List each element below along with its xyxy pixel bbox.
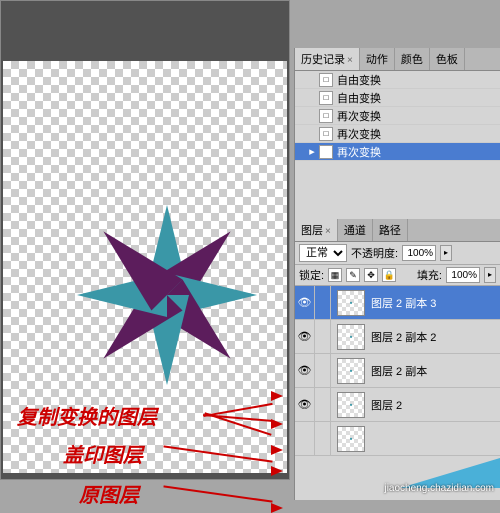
tab-swatches[interactable]: 色板 (430, 48, 465, 70)
fill-input[interactable] (446, 267, 480, 283)
chevron-right-icon[interactable]: ▸ (484, 267, 496, 283)
layer-list: 👁图层 2 副本 3 👁图层 2 副本 2 👁图层 2 副本 👁图层 2 (295, 286, 500, 456)
opacity-input[interactable] (402, 245, 436, 261)
lock-label: 锁定: (299, 267, 324, 283)
layer-options-row: 正常 不透明度: ▸ (295, 242, 500, 265)
layer-thumb[interactable] (337, 426, 365, 452)
layer-row[interactable]: 👁图层 2 (295, 388, 500, 422)
close-icon[interactable]: × (347, 55, 353, 66)
visibility-icon[interactable]: 👁 (295, 320, 315, 354)
close-icon[interactable]: × (325, 226, 331, 237)
transparency-checker: 复制变换的图层 盖印图层 原图层 (3, 61, 287, 473)
history-item[interactable]: □自由变换 (295, 89, 500, 107)
tab-color[interactable]: 颜色 (395, 48, 430, 70)
lock-all-icon[interactable]: 🔒 (382, 268, 396, 282)
arrow-icon (271, 445, 283, 455)
arrow-icon (271, 503, 283, 513)
fill-label: 填充: (417, 267, 442, 283)
transform-icon: □ (319, 109, 333, 123)
current-icon: ▸ (307, 145, 317, 158)
layer-row[interactable]: 👁图层 2 副本 2 (295, 320, 500, 354)
history-item[interactable]: □再次变换 (295, 125, 500, 143)
visibility-icon[interactable]: 👁 (295, 286, 315, 320)
tab-paths[interactable]: 路径 (373, 219, 408, 241)
layer-thumb[interactable] (337, 358, 365, 384)
arrow-icon (271, 466, 283, 476)
watermark-text: jiaocheng.chazidian.com (384, 483, 494, 494)
chevron-right-icon[interactable]: ▸ (440, 245, 452, 261)
tab-channels[interactable]: 通道 (338, 219, 373, 241)
layer-row[interactable]: 👁图层 2 副本 3 (295, 286, 500, 320)
history-item[interactable]: ▸□再次变换 (295, 143, 500, 161)
lock-brush-icon[interactable]: ✎ (346, 268, 360, 282)
layer-row[interactable]: 👁图层 2 副本 (295, 354, 500, 388)
history-list[interactable]: □自由变换 □自由变换 □再次变换 □再次变换 ▸□再次变换 (295, 71, 500, 179)
layers-tabs: 图层× 通道 路径 (295, 219, 500, 242)
history-tabs: 历史记录× 动作 颜色 色板 (295, 48, 500, 71)
history-item[interactable]: □再次变换 (295, 107, 500, 125)
history-item[interactable]: □自由变换 (295, 71, 500, 89)
tab-history[interactable]: 历史记录× (295, 48, 360, 70)
canvas-area: 复制变换的图层 盖印图层 原图层 (0, 0, 290, 480)
layer-thumb[interactable] (337, 392, 365, 418)
opacity-label: 不透明度: (351, 245, 398, 261)
transform-icon: □ (319, 145, 333, 159)
arrow-icon (271, 419, 283, 429)
transform-icon: □ (319, 91, 333, 105)
visibility-icon[interactable]: 👁 (295, 388, 315, 422)
layer-row[interactable] (295, 422, 500, 456)
lock-row: 锁定: ▦ ✎ ✥ 🔒 填充: ▸ (295, 265, 500, 286)
visibility-icon[interactable] (295, 422, 315, 456)
visibility-icon[interactable]: 👁 (295, 354, 315, 388)
transform-icon: □ (319, 73, 333, 87)
lock-move-icon[interactable]: ✥ (364, 268, 378, 282)
annotation-original-layer: 原图层 (79, 479, 139, 508)
blend-mode-select[interactable]: 正常 (299, 244, 347, 262)
right-panels: 历史记录× 动作 颜色 色板 □自由变换 □自由变换 □再次变换 □再次变换 ▸… (294, 48, 500, 500)
annotation-copy-layer: 复制变换的图层 (17, 401, 157, 430)
annotation-stamp-layer: 盖印图层 (63, 439, 143, 468)
tab-actions[interactable]: 动作 (360, 48, 395, 70)
layer-thumb[interactable] (337, 324, 365, 350)
lock-transparency-icon[interactable]: ▦ (328, 268, 342, 282)
transform-icon: □ (319, 127, 333, 141)
tab-layers[interactable]: 图层× (295, 219, 338, 241)
layer-thumb[interactable] (337, 290, 365, 316)
arrow-icon (271, 391, 283, 401)
